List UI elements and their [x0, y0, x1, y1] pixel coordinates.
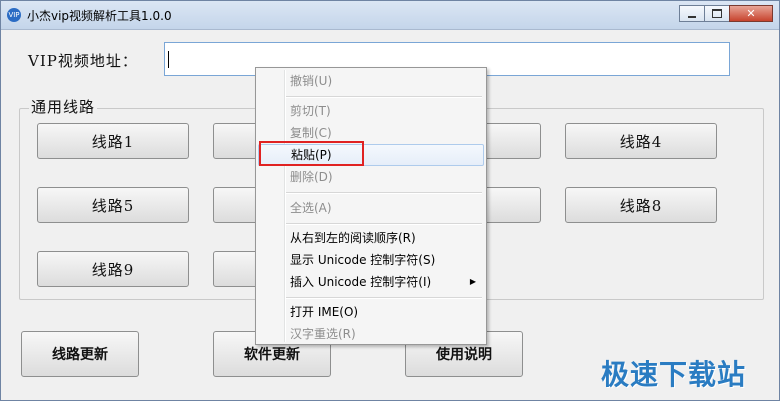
close-button[interactable]: ✕ [729, 5, 773, 22]
menu-reconversion[interactable]: 汉字重选(R) [258, 323, 484, 345]
window-title: 小杰vip视频解析工具1.0.0 [27, 9, 172, 23]
maximize-button[interactable] [704, 5, 730, 22]
window-controls: ✕ [679, 5, 773, 22]
menu-undo[interactable]: 撤销(U) [258, 70, 484, 92]
menu-separator [286, 192, 482, 194]
app-window: VIP 小杰vip视频解析工具1.0.0 ✕ VIP视频地址： 通用线路 线路1… [0, 0, 780, 401]
menu-separator [286, 223, 482, 225]
route-8-button[interactable]: 线路8 [565, 187, 717, 223]
menu-separator [286, 297, 482, 299]
minimize-button[interactable] [679, 5, 705, 22]
paste-highlight-box [259, 141, 364, 166]
minimize-icon [688, 15, 696, 18]
maximize-icon [712, 9, 722, 18]
route-1-button[interactable]: 线路1 [37, 123, 189, 159]
route-9-button[interactable]: 线路9 [37, 251, 189, 287]
vip-url-label: VIP视频地址： [28, 52, 138, 70]
menu-rtl-reading-order[interactable]: 从右到左的阅读顺序(R) [258, 227, 484, 249]
route-4-button[interactable]: 线路4 [565, 123, 717, 159]
menu-open-ime[interactable]: 打开 IME(O) [258, 301, 484, 323]
app-icon: VIP [7, 8, 21, 22]
update-routes-button[interactable]: 线路更新 [21, 331, 139, 377]
watermark-logo: 极速下载站 [601, 358, 747, 391]
menu-insert-unicode-control[interactable]: 插入 Unicode 控制字符(I) ▶ [258, 271, 484, 293]
menu-separator [286, 96, 482, 98]
menu-cut[interactable]: 剪切(T) [258, 100, 484, 122]
menu-delete[interactable]: 删除(D) [258, 166, 484, 188]
menu-insert-unicode-label: 插入 Unicode 控制字符(I) [290, 275, 432, 289]
text-caret [168, 51, 169, 68]
route-5-button[interactable]: 线路5 [37, 187, 189, 223]
close-icon: ✕ [746, 7, 756, 20]
context-menu: 撤销(U) 剪切(T) 复制(C) 粘贴(P) 删除(D) 全选(A) 从右到左… [255, 67, 487, 345]
title-bar[interactable]: VIP 小杰vip视频解析工具1.0.0 ✕ [1, 1, 779, 30]
submenu-arrow-icon: ▶ [469, 277, 476, 286]
menu-select-all[interactable]: 全选(A) [258, 197, 484, 219]
route-group-title: 通用线路 [29, 96, 98, 117]
menu-show-unicode-control[interactable]: 显示 Unicode 控制字符(S) [258, 249, 484, 271]
